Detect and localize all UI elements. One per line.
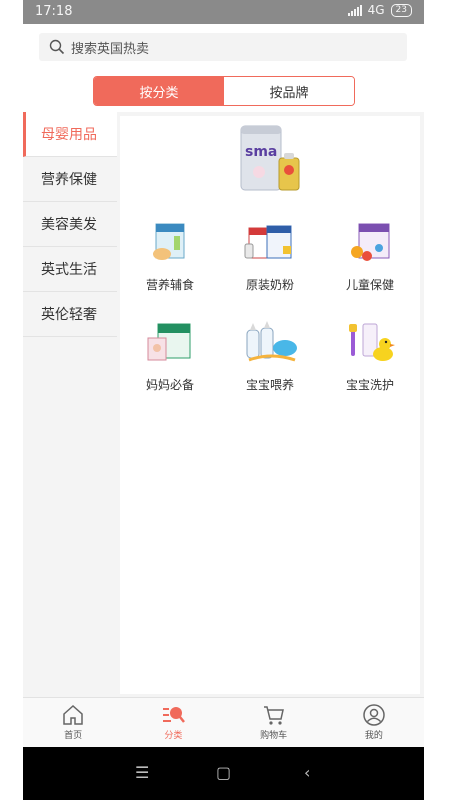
nav-category[interactable]: 分类 [123,698,223,748]
network-label: 4G [367,3,385,17]
nav-category-label: 分类 [164,731,183,741]
sidebar-item-british-life[interactable]: 英式生活 [23,247,117,292]
sidebar-item-luxury[interactable]: 英伦轻奢 [23,292,117,337]
tab-by-category[interactable]: 按分类 [94,77,224,105]
milk-powder-boxes-icon [244,225,292,259]
menu-icon[interactable]: ☰ [135,763,149,782]
phone-screen: 17:18 4G 23 搜索英国热卖 按分类 按品牌 母婴用品 营养保健 美容美… [23,0,424,800]
search-placeholder: 搜索英国热卖 [71,41,150,57]
mom-essentials-box-icon [147,323,191,361]
category-label: 妈妈必备 [145,378,194,392]
battery-icon: 23 [390,3,412,17]
nav-cart[interactable]: 购物车 [224,698,324,748]
status-right: 4G 23 [347,3,412,17]
home-icon [63,704,83,725]
status-bar: 17:18 4G 23 [23,0,424,24]
category-content: sma 营养辅食 原装奶粉 儿童保健 妈妈必备 宝宝喂养 宝宝洗护 [120,116,420,694]
kids-vitamins-icon [351,223,390,261]
category-baby-food[interactable]: 营养辅食 [120,220,220,315]
search-input[interactable]: 搜索英国热卖 [39,33,407,61]
tab-by-brand[interactable]: 按品牌 [224,77,354,105]
bottom-navigation: 首页 分类 购物车 我的 [23,697,424,748]
category-baby-bath[interactable]: 宝宝洗护 [320,320,420,415]
category-label: 原装奶粉 [245,278,294,292]
search-icon [49,39,65,55]
system-navigation-bar: ☰ ▢ ‹ [23,747,424,800]
baby-food-box-icon [153,223,185,260]
nav-me[interactable]: 我的 [324,698,424,748]
category-milk-powder[interactable]: 原装奶粉 [220,220,320,315]
svg-text:sma: sma [245,144,277,160]
sidebar-item-mother-baby[interactable]: 母婴用品 [23,112,117,157]
nav-home-label: 首页 [64,731,83,741]
sidebar-item-beauty[interactable]: 美容美发 [23,202,117,247]
category-label: 儿童保健 [345,278,394,292]
category-icon [163,707,186,723]
category-mom-essentials[interactable]: 妈妈必备 [120,320,220,415]
back-icon[interactable]: ‹ [304,763,310,782]
segmented-control: 按分类 按品牌 [93,76,355,106]
nav-me-label: 我的 [364,731,383,741]
search-bar: 搜索英国热卖 [23,24,424,71]
category-mode-tabs: 按分类 按品牌 [23,70,424,112]
baby-bottles-icon [246,321,297,362]
sma-formula-tin-image[interactable]: sma [235,120,305,200]
home-square-icon[interactable]: ▢ [216,763,231,782]
bath-duck-toothbrush-icon [349,323,395,361]
user-icon [363,704,385,726]
nav-cart-label: 购物车 [260,731,288,741]
category-baby-feeding[interactable]: 宝宝喂养 [220,320,320,415]
status-time: 17:18 [35,4,73,19]
category-label: 宝宝喂养 [245,378,294,392]
category-label: 宝宝洗护 [345,378,394,392]
category-sidebar: 母婴用品 营养保健 美容美发 英式生活 英伦轻奢 [23,112,117,696]
signal-icon [347,4,362,16]
cart-icon [263,706,284,725]
nav-home[interactable]: 首页 [23,698,123,748]
category-kids-health[interactable]: 儿童保健 [320,220,420,315]
category-label: 营养辅食 [145,278,194,292]
sidebar-item-nutrition[interactable]: 营养保健 [23,157,117,202]
